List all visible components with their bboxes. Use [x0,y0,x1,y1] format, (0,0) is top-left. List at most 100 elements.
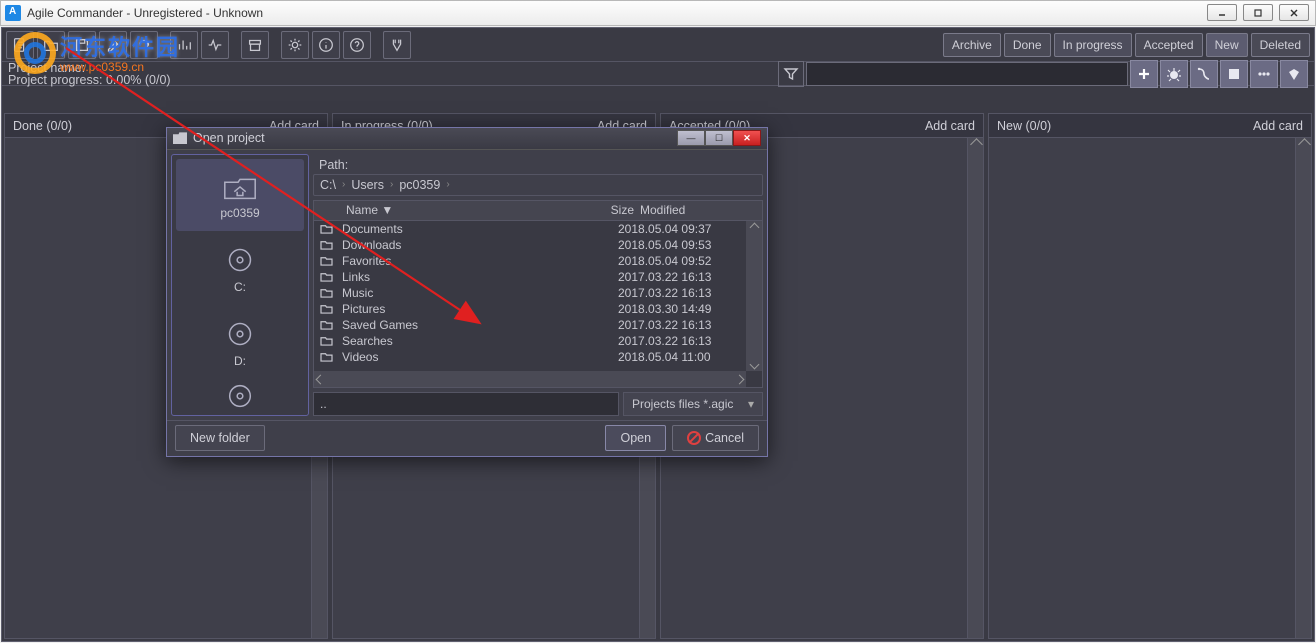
cancel-icon [687,431,701,445]
window-close-button[interactable] [1279,4,1309,21]
breadcrumb-item[interactable]: C:\ [320,178,336,192]
file-row[interactable]: Downloads2018.05.04 09:53 [314,237,746,253]
help-button[interactable] [343,31,371,59]
file-row[interactable]: Favorites 2018.05.04 09:52 [314,253,746,269]
place-home[interactable]: pc0359 [176,159,304,231]
redo-button[interactable] [130,31,158,59]
folder-icon [314,319,338,330]
file-browser: Path: C:\ › Users › pc0359 › Name ▼ Size… [313,150,767,420]
app-icon [5,5,21,21]
new-folder-button[interactable]: New folder [175,425,265,451]
filter-button[interactable] [778,61,804,87]
file-modified: 2017.03.22 16:13 [618,286,746,300]
file-name: Pictures [338,302,578,316]
window-title: Agile Commander - Unregistered - Unknown [27,6,263,20]
file-modified: 2017.03.22 16:13 [618,318,746,332]
place-drive-extra[interactable] [176,381,304,411]
tools-button[interactable] [383,31,411,59]
place-label: pc0359 [220,206,259,220]
breadcrumb: C:\ › Users › pc0359 › [313,174,763,196]
filename-input[interactable] [313,392,619,416]
activity-button[interactable] [201,31,229,59]
folder-icon [173,132,187,144]
project-progress-label: Project progress: 0.00% (0/0) [8,74,171,86]
open-button[interactable]: Open [605,425,666,451]
file-name: Favorites [338,254,578,268]
add-card-link[interactable]: Add card [1253,119,1303,133]
dialog-close-button[interactable] [733,130,761,146]
info-button[interactable] [312,31,340,59]
new-project-button[interactable] [6,31,34,59]
col-modified[interactable]: Modified [634,203,762,217]
column-title: Done (0/0) [13,119,72,133]
place-drive-c[interactable]: C: [176,233,304,305]
open-project-dialog: Open project pc0359 C: D: [166,127,768,457]
file-row[interactable]: Videos2018.05.04 11:00 [314,349,746,365]
add-card-link[interactable]: Add card [925,119,975,133]
file-modified: 2017.03.22 16:13 [618,334,746,348]
file-list-hscrollbar[interactable] [314,371,746,387]
place-drive-d[interactable]: D: [176,307,304,379]
column-new: New (0/0)Add card [988,113,1312,639]
file-modified: 2018.05.04 09:52 [618,254,746,268]
breadcrumb-item[interactable]: Users [351,178,384,192]
file-list: Name ▼ Size Modified Documents2018.05.04… [313,200,763,388]
search-input[interactable] [806,62,1128,86]
file-row[interactable]: Saved Games 2017.03.22 16:13 [314,317,746,333]
status-deleted-button[interactable]: Deleted [1251,33,1310,57]
dialog-maximize-button[interactable] [705,130,733,146]
status-new-button[interactable]: New [1206,33,1248,57]
project-name-label: Project name: [8,62,171,74]
open-project-button[interactable] [37,31,65,59]
archive-button[interactable] [241,31,269,59]
file-list-header: Name ▼ Size Modified [314,201,762,221]
file-modified: 2018.05.04 11:00 [618,350,746,364]
dialog-minimize-button[interactable] [677,130,705,146]
file-row[interactable]: Pictures2018.03.30 14:49 [314,301,746,317]
chevron-right-icon: › [390,179,393,190]
file-row[interactable]: Music2017.03.22 16:13 [314,285,746,301]
file-list-vscrollbar[interactable] [746,221,762,371]
note-tool[interactable] [1220,60,1248,88]
filetype-dropdown[interactable]: Projects files *.agic [623,392,763,416]
status-done-button[interactable]: Done [1004,33,1051,57]
tag-tool[interactable] [1190,60,1218,88]
file-row[interactable]: Documents2018.05.04 09:37 [314,221,746,237]
chevron-right-icon: › [446,179,449,190]
file-row[interactable]: Searches2017.03.22 16:13 [314,333,746,349]
project-info-row: Project name: Project progress: 0.00% (0… [2,62,1314,86]
status-archive-button[interactable]: Archive [943,33,1001,57]
cancel-label: Cancel [705,431,744,445]
status-in-progress-button[interactable]: In progress [1054,33,1132,57]
folder-icon [314,239,338,250]
folder-icon [314,351,338,362]
add-card-tool[interactable] [1130,60,1158,88]
dialog-titlebar[interactable]: Open project [167,128,767,150]
settings-button[interactable] [281,31,309,59]
folder-icon [314,303,338,314]
status-filter-group: Archive Done In progress Accepted New De… [943,33,1310,57]
more-tool[interactable] [1250,60,1278,88]
file-name: Saved Games [338,318,578,332]
breadcrumb-item[interactable]: pc0359 [399,178,440,192]
column-scrollbar[interactable] [1295,138,1311,638]
file-row[interactable]: Links2017.03.22 16:13 [314,269,746,285]
col-name[interactable]: Name ▼ [338,203,594,217]
column-scrollbar[interactable] [967,138,983,638]
gem-tool[interactable] [1280,60,1308,88]
window-maximize-button[interactable] [1243,4,1273,21]
chart-button[interactable] [170,31,198,59]
dialog-title: Open project [193,131,265,145]
window-minimize-button[interactable] [1207,4,1237,21]
place-label: C: [234,280,246,294]
col-size[interactable]: Size [594,203,634,217]
places-sidebar: pc0359 C: D: [171,154,309,416]
main-toolbar: Archive Done In progress Accepted New De… [2,28,1314,62]
status-accepted-button[interactable]: Accepted [1135,33,1203,57]
path-label: Path: [319,158,763,172]
folder-icon [314,255,338,266]
save-project-button[interactable] [68,31,96,59]
edit-button[interactable] [99,31,127,59]
bug-tool[interactable] [1160,60,1188,88]
cancel-button[interactable]: Cancel [672,425,759,451]
